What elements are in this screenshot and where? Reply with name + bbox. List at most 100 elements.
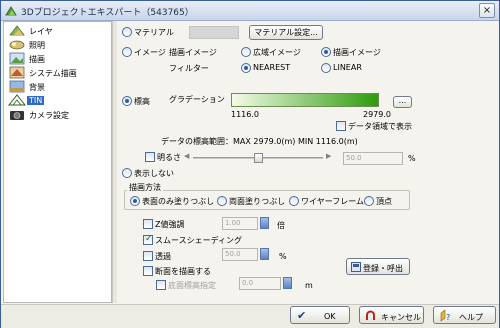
draw-method-vertex-radio[interactable] — [364, 196, 374, 206]
draw-method-both-radio[interactable] — [217, 196, 227, 206]
gradation-bar[interactable] — [231, 93, 379, 107]
slider-right-arrow-icon[interactable]: ▶ — [326, 152, 334, 164]
help-button[interactable]: ? ヘルプ — [433, 306, 496, 324]
linear-label: LINEAR — [333, 63, 362, 72]
dialog-window: 3Dプロジェクトエキスパート（543765） × レイヤ 照明 描画 システム描… — [0, 0, 500, 328]
brightness-value-field[interactable]: 50.0 — [343, 152, 403, 165]
draw-method-surface-radio[interactable] — [130, 196, 140, 206]
sidebar-item-label: 背景 — [29, 83, 45, 92]
svg-text:?: ? — [446, 313, 450, 322]
image-radio[interactable] — [122, 47, 132, 57]
bottom-elevation-unit: m — [305, 281, 313, 290]
material-radio[interactable] — [122, 27, 132, 37]
sidebar-item-drawing[interactable]: 描画 — [6, 52, 110, 65]
brightness-checkbox[interactable] — [145, 152, 155, 162]
bottom-elevation-spin-icon[interactable] — [283, 277, 292, 289]
z-emphasis-checkbox[interactable] — [143, 219, 153, 229]
sidebar-scrollbar[interactable] — [112, 21, 117, 303]
tin-icon — [8, 94, 26, 106]
transparency-checkbox[interactable] — [143, 251, 153, 261]
bottom-elevation-field[interactable]: 0.0 — [239, 277, 281, 290]
cancel-button[interactable]: キャンセル — [359, 306, 424, 324]
nearest-radio[interactable] — [241, 63, 251, 73]
hide-radio[interactable] — [122, 168, 132, 178]
transparency-field[interactable]: 50.0 — [222, 248, 258, 261]
sidebar-item-label: 照明 — [29, 41, 45, 50]
z-emphasis-spin-icon[interactable] — [260, 217, 269, 229]
material-color-swatch[interactable] — [189, 26, 239, 39]
show-data-range-checkbox[interactable] — [336, 121, 346, 131]
camera-icon — [10, 111, 24, 120]
smooth-shading-checkbox[interactable]: ✓ — [143, 234, 153, 245]
z-emphasis-unit: 倍 — [277, 221, 285, 230]
ok-label: OK — [324, 312, 336, 321]
gradation-min-value: 1116.0 — [231, 110, 259, 119]
bottom-elevation-checkbox[interactable] — [156, 280, 166, 290]
filter-label: フィルター — [169, 64, 209, 73]
smooth-shading-label: スムースシェーディング — [155, 236, 243, 245]
lighting-icon — [9, 40, 25, 50]
app-icon — [5, 6, 17, 16]
draw-image-radio[interactable] — [321, 47, 331, 57]
transparency-label: 透過 — [155, 252, 171, 261]
section-draw-checkbox[interactable] — [143, 266, 153, 276]
sidebar-item-system-drawing[interactable]: システム描画 — [6, 66, 110, 79]
elevation-label: 標高 — [134, 97, 150, 106]
ok-button[interactable]: ✔ OK — [290, 306, 350, 324]
sidebar-item-camera[interactable]: カメラ設定 — [6, 108, 110, 121]
draw-image-label-2: 描画イメージ — [333, 48, 381, 57]
brightness-slider[interactable]: ◀ ▶ — [184, 152, 334, 164]
sidebar-item-background[interactable]: 背景 — [6, 80, 110, 93]
ok-check-icon: ✔ — [297, 309, 307, 322]
brightness-label: 明るさ — [157, 153, 181, 162]
sidebar-item-label: TIN — [27, 96, 45, 105]
sidebar-item-label: カメラ設定 — [29, 111, 69, 120]
draw-method-legend: 描画方法 — [127, 182, 163, 193]
sidebar-item-layer[interactable]: レイヤ — [6, 24, 110, 37]
layer-icon — [9, 25, 25, 36]
gradation-max-value: 2979.0 — [363, 110, 391, 119]
help-label: ヘルプ — [459, 313, 483, 322]
drawing-icon — [9, 52, 25, 65]
dialog-button-bar — [1, 304, 499, 328]
draw-image-label: 描画イメージ — [169, 48, 217, 57]
transparency-spin-icon[interactable] — [260, 248, 269, 260]
sidebar-item-label: レイヤ — [29, 27, 53, 36]
sidebar-item-lighting[interactable]: 照明 — [6, 38, 110, 51]
elevation-range-text: データの標高範囲：MAX 2979.0(m) MIN 1116.0(m) — [161, 137, 358, 146]
slider-left-arrow-icon[interactable]: ◀ — [184, 152, 192, 164]
help-icon: ? — [440, 309, 450, 322]
section-draw-label: 断面を描画する — [155, 267, 211, 276]
sidebar-item-label: システム描画 — [29, 69, 77, 78]
background-icon — [9, 80, 25, 93]
sidebar-item-label: 描画 — [29, 55, 45, 64]
cancel-icon — [366, 310, 375, 320]
z-emphasis-label: Z値強調 — [155, 220, 185, 229]
close-button[interactable]: × — [479, 3, 495, 18]
image-label: イメージ — [134, 48, 166, 57]
material-settings-button[interactable]: マテリアル設定... — [249, 25, 323, 40]
elevation-radio[interactable] — [122, 96, 132, 106]
draw-method-vertex-label: 頂点 — [376, 197, 392, 206]
slider-thumb[interactable] — [254, 153, 263, 163]
draw-method-wireframe-radio[interactable] — [289, 196, 299, 206]
bottom-elevation-label: 底面標高指定 — [168, 281, 216, 290]
window-title: 3Dプロジェクトエキスパート（543765） — [21, 8, 194, 18]
draw-method-surface-label: 表面のみ塗りつぶし — [142, 197, 215, 206]
brightness-unit: % — [408, 154, 416, 163]
wide-image-radio[interactable] — [241, 47, 251, 57]
draw-method-both-label: 両面塗りつぶし — [229, 197, 286, 206]
register-recall-button[interactable]: 登録・呼出 — [346, 258, 410, 275]
sidebar-tree[interactable]: レイヤ 照明 描画 システム描画 背景 TIN カメラ設定 — [3, 21, 112, 303]
gradation-label: グラデーション — [169, 95, 225, 104]
wide-image-label: 広域イメージ — [253, 48, 301, 57]
gradation-button[interactable]: ... — [393, 96, 412, 108]
material-label: マテリアル — [134, 28, 174, 37]
nearest-label: NEAREST — [253, 63, 291, 72]
transparency-unit: % — [279, 252, 287, 261]
linear-radio[interactable] — [321, 63, 331, 73]
z-emphasis-field[interactable]: 1.00 — [222, 217, 258, 230]
draw-method-wireframe-label: ワイヤーフレーム — [301, 197, 365, 206]
sidebar-item-tin[interactable]: TIN — [6, 94, 110, 107]
show-data-range-label: データ領域で表示 — [348, 122, 412, 131]
